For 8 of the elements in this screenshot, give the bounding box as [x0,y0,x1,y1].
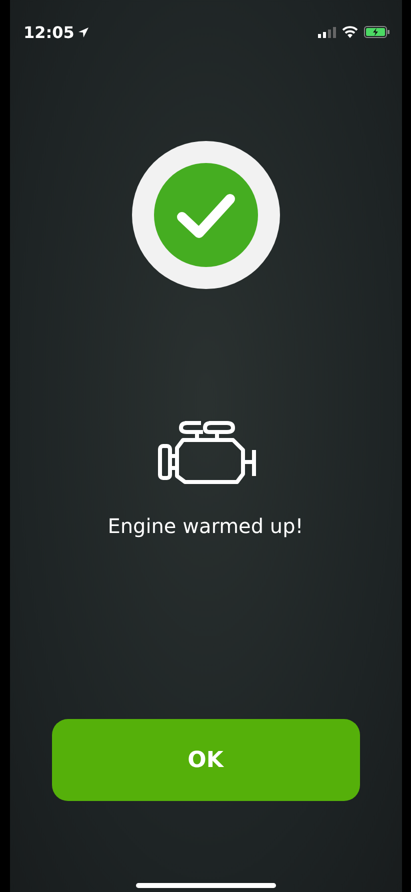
signal-icon [318,26,336,38]
wifi-icon [342,26,358,38]
location-arrow-icon [78,26,90,38]
success-check-icon [132,141,280,289]
status-message: Engine warmed up! [108,514,304,538]
battery-charging-icon [364,26,390,38]
ok-button[interactable]: OK [52,719,360,801]
status-time: 12:05 [24,22,74,42]
